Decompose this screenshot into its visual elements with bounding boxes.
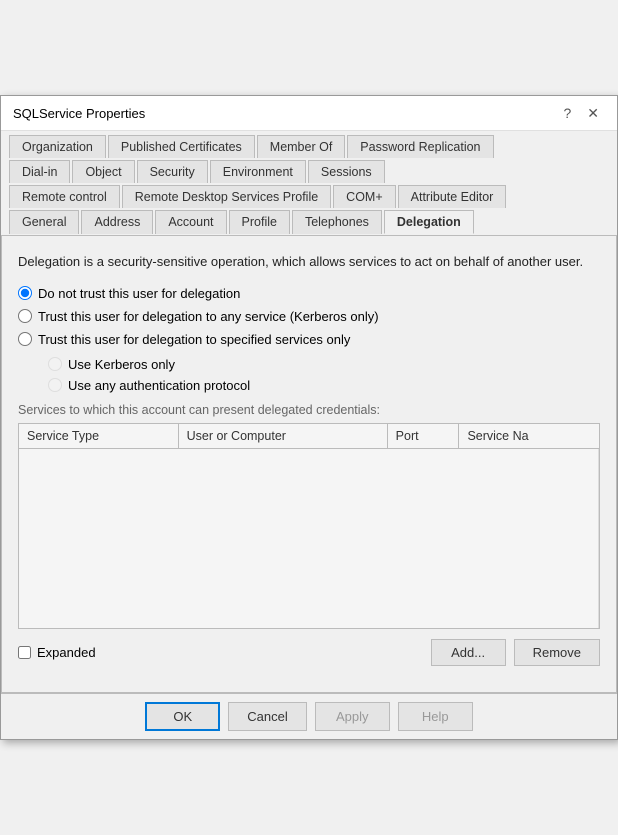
radio-do-not-trust-input[interactable]: [18, 286, 32, 300]
radio-kerberos-only[interactable]: Use Kerberos only: [48, 357, 600, 372]
tab-address[interactable]: Address: [81, 210, 153, 234]
services-table-body[interactable]: [19, 448, 599, 628]
radio-any-auth-input[interactable]: [48, 378, 62, 392]
tab-remote-desktop[interactable]: Remote Desktop Services Profile: [122, 185, 331, 208]
radio-trust-any-label: Trust this user for delegation to any se…: [38, 309, 379, 324]
title-bar: SQLService Properties ? ✕: [1, 96, 617, 131]
tab-general[interactable]: General: [9, 210, 79, 234]
radio-kerberos-only-label: Use Kerberos only: [68, 357, 175, 372]
delegation-description: Delegation is a security-sensitive opera…: [18, 252, 600, 272]
cancel-button[interactable]: Cancel: [228, 702, 306, 731]
services-table: Service Type User or Computer Port Servi…: [19, 424, 599, 629]
add-remove-buttons: Add... Remove: [431, 639, 600, 666]
sub-options-group: Use Kerberos only Use any authentication…: [48, 357, 600, 393]
col-port: Port: [387, 424, 459, 449]
tab-published-certificates[interactable]: Published Certificates: [108, 135, 255, 158]
remove-button[interactable]: Remove: [514, 639, 600, 666]
apply-button[interactable]: Apply: [315, 702, 390, 731]
expanded-checkbox-group: Expanded: [18, 645, 96, 660]
tab-com[interactable]: COM+: [333, 185, 395, 208]
bottom-buttons: OK Cancel Apply Help: [1, 693, 617, 739]
radio-kerberos-only-input[interactable]: [48, 357, 62, 371]
col-user-computer: User or Computer: [178, 424, 387, 449]
services-table-wrapper: Service Type User or Computer Port Servi…: [18, 423, 600, 630]
tab-password-replication[interactable]: Password Replication: [347, 135, 493, 158]
tab-row-4: General Address Account Profile Telephon…: [9, 210, 609, 234]
radio-do-not-trust[interactable]: Do not trust this user for delegation: [18, 286, 600, 301]
radio-any-auth[interactable]: Use any authentication protocol: [48, 378, 600, 393]
tab-sessions[interactable]: Sessions: [308, 160, 385, 183]
tab-remote-control[interactable]: Remote control: [9, 185, 120, 208]
services-label: Services to which this account can prese…: [18, 403, 600, 417]
close-button-title[interactable]: ✕: [581, 104, 605, 122]
title-bar-left: SQLService Properties: [13, 106, 145, 121]
tab-security[interactable]: Security: [137, 160, 208, 183]
radio-group-delegation: Do not trust this user for delegation Tr…: [18, 286, 600, 347]
tab-delegation[interactable]: Delegation: [384, 210, 474, 234]
col-service-name: Service Na: [459, 424, 599, 449]
tab-organization[interactable]: Organization: [9, 135, 106, 158]
help-button-bottom[interactable]: Help: [398, 702, 473, 731]
ok-button[interactable]: OK: [145, 702, 220, 731]
radio-trust-specified-label: Trust this user for delegation to specif…: [38, 332, 350, 347]
radio-do-not-trust-label: Do not trust this user for delegation: [38, 286, 240, 301]
expanded-label: Expanded: [37, 645, 96, 660]
radio-trust-specified[interactable]: Trust this user for delegation to specif…: [18, 332, 600, 347]
tab-dial-in[interactable]: Dial-in: [9, 160, 70, 183]
tab-telephones[interactable]: Telephones: [292, 210, 382, 234]
tab-row-2: Dial-in Object Security Environment Sess…: [9, 160, 609, 183]
checkbox-row: Expanded Add... Remove: [18, 639, 600, 666]
title-buttons: ? ✕: [557, 104, 605, 122]
tab-row-3: Remote control Remote Desktop Services P…: [9, 185, 609, 208]
radio-trust-specified-input[interactable]: [18, 332, 32, 346]
tab-row-1: Organization Published Certificates Memb…: [9, 135, 609, 158]
help-button-title[interactable]: ?: [557, 104, 577, 122]
tab-account[interactable]: Account: [155, 210, 226, 234]
radio-trust-any[interactable]: Trust this user for delegation to any se…: [18, 309, 600, 324]
tab-attribute-editor[interactable]: Attribute Editor: [398, 185, 507, 208]
tab-object[interactable]: Object: [72, 160, 134, 183]
radio-trust-any-input[interactable]: [18, 309, 32, 323]
tabs-area: Organization Published Certificates Memb…: [1, 131, 617, 234]
tab-profile[interactable]: Profile: [229, 210, 290, 234]
add-button[interactable]: Add...: [431, 639, 506, 666]
properties-dialog: SQLService Properties ? ✕ Organization P…: [0, 95, 618, 740]
col-service-type: Service Type: [19, 424, 178, 449]
expanded-checkbox[interactable]: [18, 646, 31, 659]
tab-member-of[interactable]: Member Of: [257, 135, 346, 158]
tab-environment[interactable]: Environment: [210, 160, 306, 183]
radio-any-auth-label: Use any authentication protocol: [68, 378, 250, 393]
dialog-title: SQLService Properties: [13, 106, 145, 121]
tab-content-delegation: Delegation is a security-sensitive opera…: [1, 235, 617, 693]
